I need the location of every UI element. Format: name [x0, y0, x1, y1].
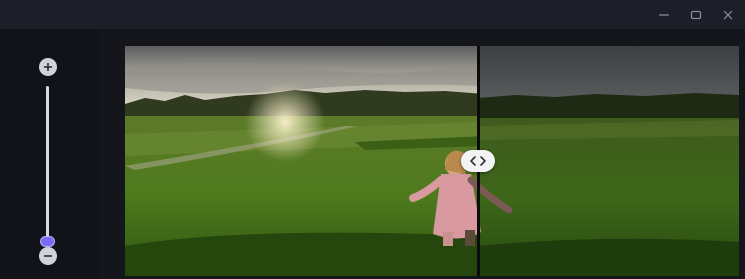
maximize-icon [690, 10, 702, 20]
minimize-icon [659, 14, 669, 16]
photo-scene [125, 46, 739, 276]
minimize-button[interactable] [656, 7, 672, 23]
close-button[interactable] [720, 7, 736, 23]
plus-icon [44, 63, 52, 71]
chevrons-left-right-icon [470, 156, 486, 166]
title-bar [0, 0, 745, 29]
zoom-slider-track[interactable] [46, 86, 49, 242]
zoom-in-button[interactable] [39, 58, 57, 76]
maximize-button[interactable] [688, 7, 704, 23]
zoom-slider-thumb[interactable] [40, 236, 55, 247]
image-comparison-viewer[interactable] [125, 46, 739, 276]
close-icon [723, 10, 733, 20]
zoom-out-button[interactable] [39, 247, 57, 265]
minus-icon [44, 255, 52, 257]
comparison-handle[interactable] [461, 150, 495, 172]
